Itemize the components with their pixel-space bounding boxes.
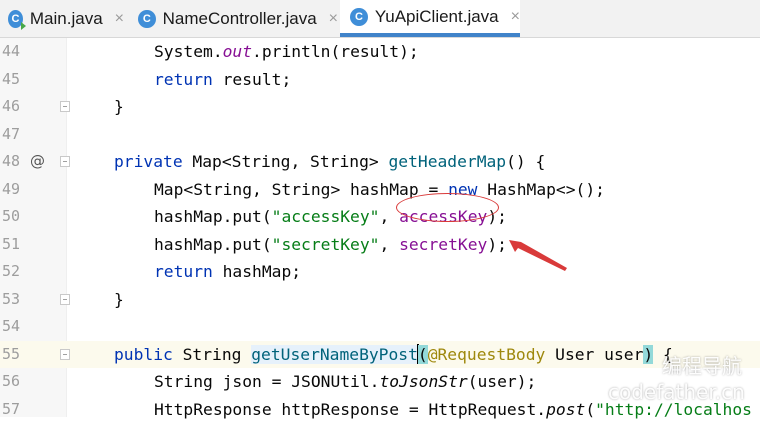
close-icon[interactable]: × (115, 10, 124, 28)
code-line: 49 Map<String, String> hashMap = new Has… (0, 176, 760, 204)
code-line: 44 System.out.println(result); (0, 38, 760, 66)
line-number: 48 (0, 148, 20, 176)
java-class-icon: C (350, 8, 368, 26)
line-number: 55 (0, 341, 20, 369)
line-number: 56 (0, 368, 20, 396)
watermark-title: 编程导航 (662, 350, 742, 379)
editor-tab-bar: C Main.java × C NameController.java × C … (0, 0, 760, 38)
line-number: 49 (0, 176, 20, 204)
line-number: 52 (0, 258, 20, 286)
fold-icon[interactable] (60, 101, 70, 112)
code-text: public String getUserNameByPost(@Request… (114, 341, 673, 369)
red-arrow-icon (505, 236, 575, 276)
watermark-url: codefather.cn (608, 380, 745, 404)
tab-main-java[interactable]: C Main.java × (4, 0, 124, 37)
code-editor[interactable]: 44 System.out.println(result); 45 return… (0, 38, 760, 417)
line-number: 51 (0, 231, 20, 259)
code-line: 48 @ private Map<String, String> getHead… (0, 148, 760, 176)
line-number: 54 (0, 313, 20, 341)
code-text: String json = JSONUtil.toJsonStr(user); (154, 368, 536, 396)
line-number: 57 (0, 396, 20, 423)
tab-label: Main.java (30, 9, 103, 29)
code-text: hashMap.put("secretKey", secretKey); (154, 231, 507, 259)
code-text: System.out.println(result); (154, 38, 419, 66)
fold-icon[interactable] (60, 349, 70, 360)
code-line: 45 return result; (0, 66, 760, 94)
code-line: 46 } (0, 93, 760, 121)
code-text: } (114, 93, 124, 121)
code-text: return hashMap; (154, 258, 301, 286)
code-line: 54 (0, 313, 760, 341)
code-text: Map<String, String> hashMap = new HashMa… (154, 176, 605, 204)
line-number: 50 (0, 203, 20, 231)
code-line: 51 hashMap.put("secretKey", secretKey); (0, 231, 760, 259)
code-text: } (114, 286, 124, 314)
code-line: 47 (0, 121, 760, 149)
code-line-current: 55 public String getUserNameByPost(@Requ… (0, 341, 760, 369)
code-text: return result; (154, 66, 291, 94)
code-line: 52 return hashMap; (0, 258, 760, 286)
line-number: 46 (0, 93, 20, 121)
line-number: 53 (0, 286, 20, 314)
highlight-ellipse (396, 193, 499, 222)
tab-label: YuApiClient.java (375, 7, 499, 27)
java-class-icon: C (138, 10, 156, 28)
line-number: 44 (0, 38, 20, 66)
fold-icon[interactable] (60, 294, 70, 305)
tab-label: NameController.java (163, 9, 317, 29)
close-icon[interactable]: × (329, 10, 338, 28)
line-number: 45 (0, 66, 20, 94)
line-number: 47 (0, 121, 20, 149)
annotation-at-icon[interactable]: @ (30, 148, 45, 176)
code-line: 53 } (0, 286, 760, 314)
tab-yuapiclient-java[interactable]: C YuApiClient.java × (340, 0, 520, 37)
code-text: private Map<String, String> getHeaderMap… (114, 148, 545, 176)
fold-icon[interactable] (60, 156, 70, 167)
java-class-run-icon: C (8, 10, 23, 28)
tab-namecontroller-java[interactable]: C NameController.java × (130, 0, 338, 37)
code-line: 50 hashMap.put("accessKey", accessKey); (0, 203, 760, 231)
close-icon[interactable]: × (511, 8, 520, 26)
